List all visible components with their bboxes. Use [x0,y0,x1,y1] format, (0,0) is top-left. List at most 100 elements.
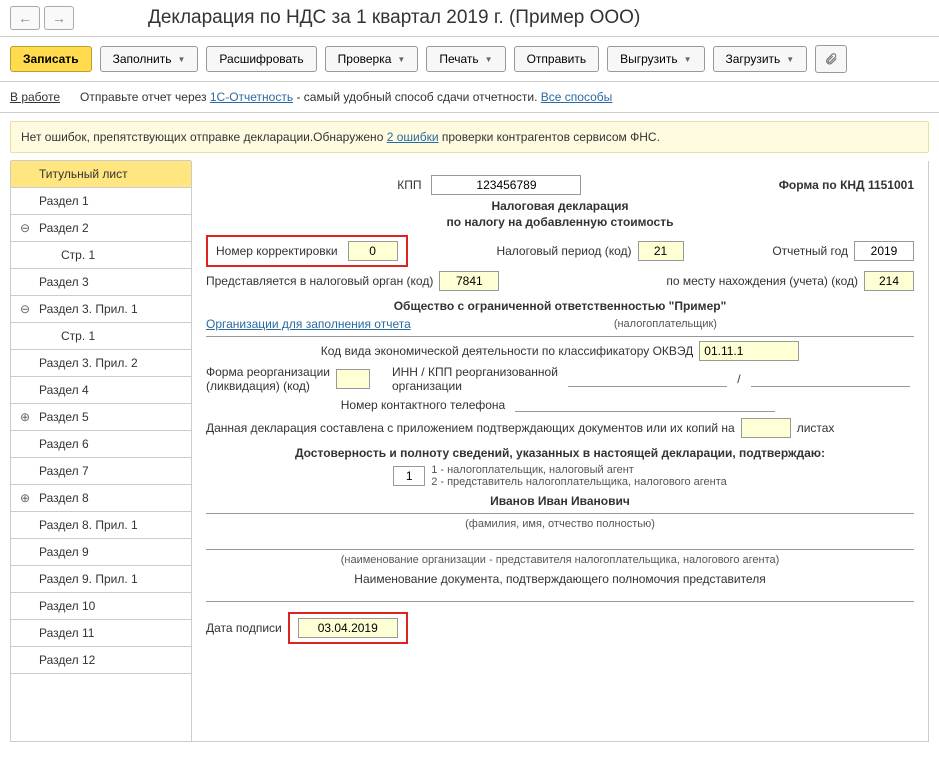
sidebar-item-11[interactable]: Раздел 7 [11,457,191,485]
form-title-2: по налогу на добавленную стоимость [206,215,914,229]
to-org-field[interactable] [439,271,499,291]
fio: Иванов Иван Иванович [490,494,630,508]
collapse-icon[interactable]: ⊖ [19,303,31,315]
row-fio: Иванов Иван Иванович [206,494,914,508]
check-button[interactable]: Проверка▼ [325,46,419,72]
sidebar-item-label: Раздел 4 [39,383,89,397]
form-content: КПП Форма по КНД 1151001 Налоговая декла… [192,161,929,742]
sidebar-item-0[interactable]: Титульный лист [11,160,191,188]
confirm-field[interactable] [393,466,425,486]
sidebar-item-8[interactable]: Раздел 4 [11,376,191,404]
reorg-label-2: (ликвидация) (код) [206,379,330,393]
upload-button[interactable]: Выгрузить▼ [607,46,704,72]
sidebar-item-2[interactable]: ⊖ Раздел 2 [11,214,191,242]
reorg-inn-label-2: организации [392,379,558,393]
save-button[interactable]: Записать [10,46,92,72]
okved-field[interactable] [699,341,799,361]
sidebar-item-7[interactable]: Раздел 3. Прил. 2 [11,349,191,377]
chevron-down-icon: ▼ [485,55,493,64]
sidebar-item-15[interactable]: Раздел 9. Прил. 1 [11,565,191,593]
docs-label-1: Данная декларация составлена с приложени… [206,421,735,435]
place-field[interactable] [864,271,914,291]
status-label[interactable]: В работе [10,90,60,104]
reorg-inn-line [568,372,727,387]
org-sub: (налогоплательщик) [614,318,717,330]
nav-forward-button[interactable]: → [44,6,74,30]
sidebar-item-13[interactable]: Раздел 8. Прил. 1 [11,511,191,539]
year-label: Отчетный год [772,244,848,258]
period-field[interactable] [638,241,684,261]
expand-icon[interactable]: ⊕ [19,411,31,423]
row-rep-sub: (наименование организации - представител… [206,554,914,566]
sidebar-item-12[interactable]: ⊕Раздел 8 [11,484,191,512]
row-fio-sub: (фамилия, имя, отчество полностью) [206,518,914,530]
expand-icon[interactable]: ⊕ [19,492,31,504]
fill-button[interactable]: Заполнить▼ [100,46,199,72]
sidebar-item-3[interactable]: Стр. 1 [11,241,191,269]
warning-banner: Нет ошибок, препятствующих отправке декл… [10,121,929,153]
sidebar-item-16[interactable]: Раздел 10 [11,592,191,620]
chevron-down-icon: ▼ [397,55,405,64]
topbar: ← → Декларация по НДС за 1 квартал 2019 … [0,0,939,37]
link-all-methods[interactable]: Все способы [541,90,613,104]
sidebar-item-18[interactable]: Раздел 12 [11,646,191,674]
nav-back-button[interactable]: ← [10,6,40,30]
correction-highlight: Номер корректировки [206,235,408,267]
row-org-name: Общество с ограниченной ответственностью… [206,299,914,313]
page-title: Декларация по НДС за 1 квартал 2019 г. (… [148,7,640,29]
org-fill-link[interactable]: Организации для заполнения отчета [206,317,411,331]
sidebar-item-4[interactable]: Раздел 3 [11,268,191,296]
sidebar-item-label: Раздел 7 [39,464,89,478]
confirm-opt-1: 1 - налогоплательщик, налоговый агент [431,464,634,476]
sidebar-item-label: Раздел 12 [39,653,95,667]
sidebar-item-14[interactable]: Раздел 9 [11,538,191,566]
slash-label: / [737,372,740,386]
collapse-icon[interactable]: ⊖ [19,222,31,234]
sidebar-item-17[interactable]: Раздел 11 [11,619,191,647]
sidebar-item-label: Раздел 3. Прил. 1 [39,302,138,316]
docs-label-2: листах [797,421,835,435]
download-button[interactable]: Загрузить▼ [713,46,808,72]
knd-label: Форма по КНД 1151001 [779,178,914,192]
row-corr: Номер корректировки Налоговый период (ко… [206,235,914,267]
status-text: Отправьте отчет через 1С-Отчетность - са… [80,90,612,104]
correction-label: Номер корректировки [216,244,338,258]
sidebar-item-label: Стр. 1 [61,248,95,262]
phone-line[interactable] [515,397,775,412]
sidebar: Титульный листРаздел 1⊖Раздел 2Стр. 1Раз… [10,161,192,742]
okved-label: Код вида экономической деятельности по к… [321,344,694,358]
decode-button[interactable]: Расшифровать [206,46,316,72]
year-field[interactable] [854,241,914,261]
reorg-code-field[interactable] [336,369,370,389]
row-org-link: Организации для заполнения отчета (налог… [206,317,914,331]
row-doc-label: Наименование документа, подтверждающего … [206,572,914,586]
sidebar-item-label: Титульный лист [39,167,128,181]
send-button[interactable]: Отправить [514,46,600,72]
attachment-button[interactable] [815,45,847,73]
row-docs: Данная декларация составлена с приложени… [206,418,914,438]
kpp-field[interactable] [431,175,581,195]
sidebar-item-5[interactable]: ⊖ Раздел 3. Прил. 1 [11,295,191,323]
sidebar-item-label: Раздел 2 [39,221,89,235]
org-name: Общество с ограниченной ответственностью… [394,299,727,313]
confirm-title: Достоверность и полноту сведений, указан… [295,446,825,460]
confirm-opt-2: 2 - представитель налогоплательщика, нал… [431,476,727,488]
sidebar-item-label: Раздел 3 [39,275,89,289]
errors-link[interactable]: 2 ошибки [387,130,439,144]
sidebar-item-label: Раздел 9 [39,545,89,559]
sidebar-item-1[interactable]: Раздел 1 [11,187,191,215]
sidebar-item-10[interactable]: Раздел 6 [11,430,191,458]
link-1c[interactable]: 1С-Отчетность [210,90,293,104]
sidebar-item-6[interactable]: Стр. 1 [11,322,191,350]
sidebar-item-9[interactable]: ⊕Раздел 5 [11,403,191,431]
docs-pages-field[interactable] [741,418,791,438]
sidebar-item-label: Раздел 10 [39,599,95,613]
phone-label: Номер контактного телефона [341,398,505,412]
correction-field[interactable] [348,241,398,261]
reorg-kpp-line [751,372,910,387]
print-button[interactable]: Печать▼ [426,46,505,72]
toolbar: Записать Заполнить▼ Расшифровать Проверк… [0,37,939,82]
sign-date-field[interactable] [298,618,398,638]
row-reorg: Форма реорганизации (ликвидация) (код) И… [206,365,914,393]
sidebar-item-label: Раздел 11 [39,626,94,640]
